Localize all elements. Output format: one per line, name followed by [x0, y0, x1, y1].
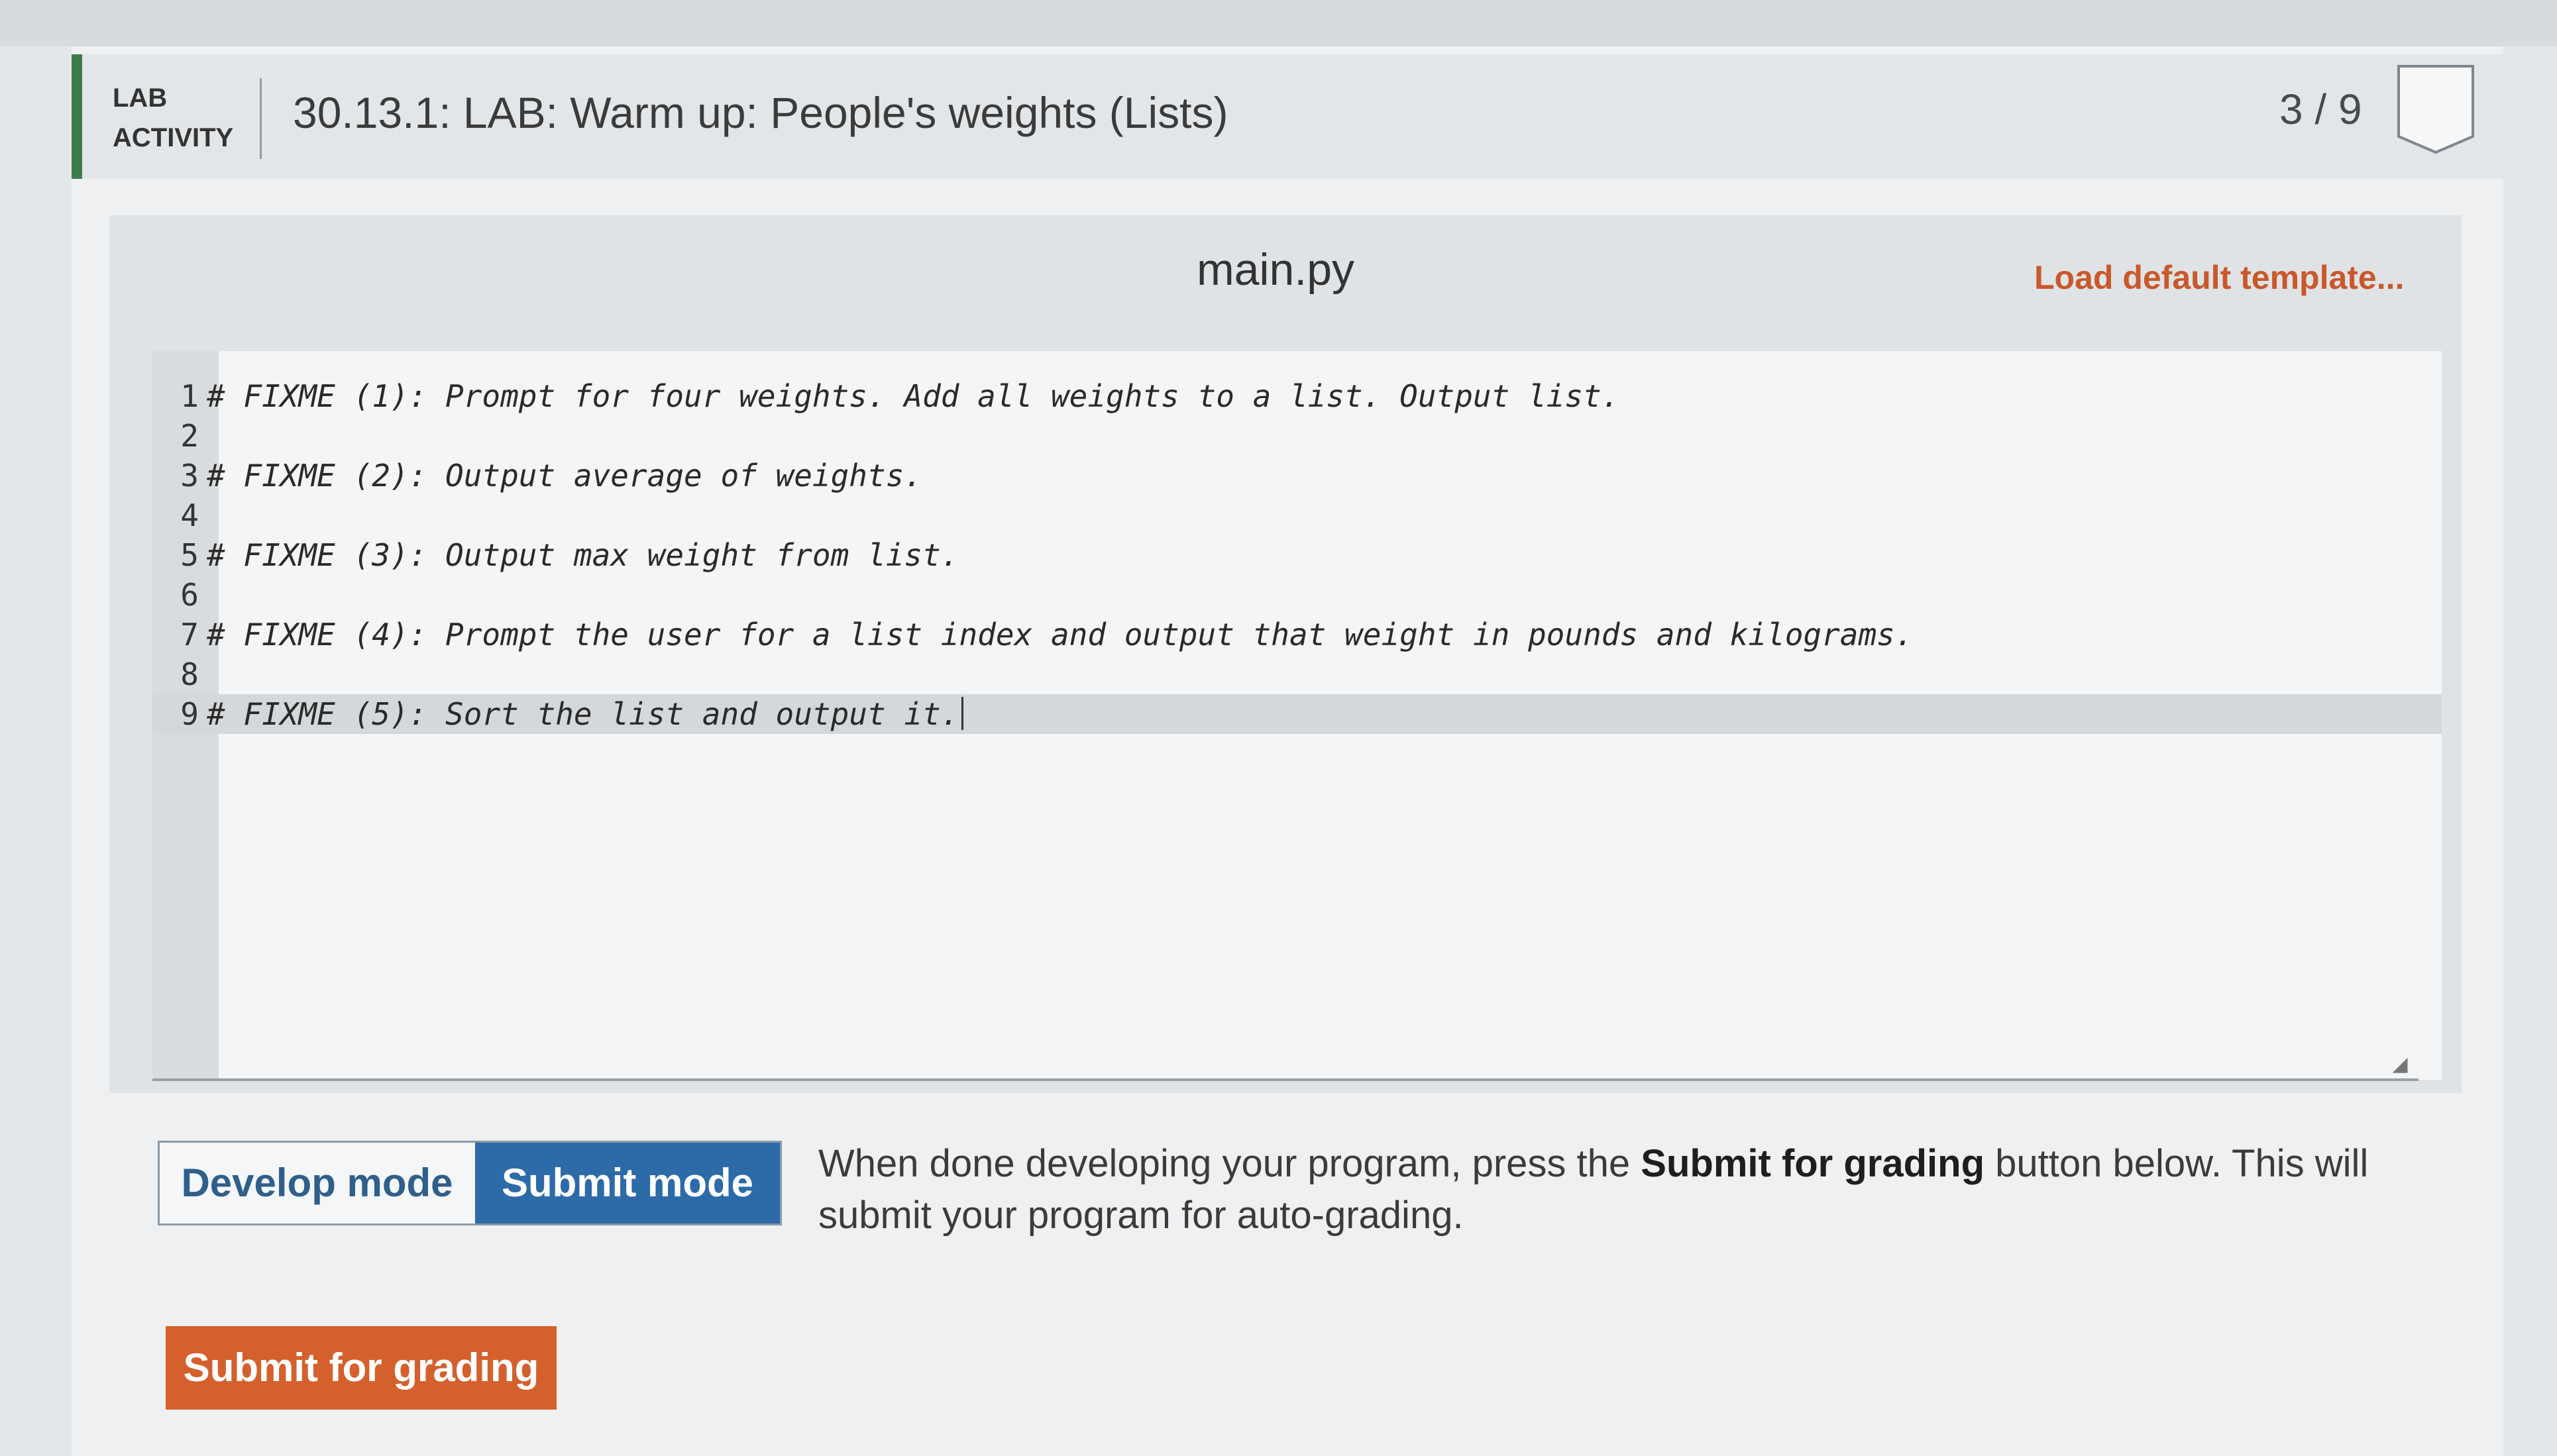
develop-mode-button[interactable]: Develop mode — [160, 1143, 474, 1223]
code-text: # FIXME (4): Prompt the user for a list … — [207, 617, 1914, 652]
code-line[interactable]: 4 — [152, 495, 2442, 535]
line-number: 1 — [180, 378, 199, 414]
mode-toggle: Develop mode Submit mode — [158, 1141, 782, 1225]
page-top-strip — [0, 0, 2557, 46]
mode-description-before: When done developing your program, press… — [818, 1142, 1641, 1185]
load-default-template-link[interactable]: Load default template... — [2034, 258, 2404, 297]
submit-for-grading-button[interactable]: Submit for grading — [166, 1326, 557, 1410]
code-line[interactable]: 5 # FIXME (3): Output max weight from li… — [152, 535, 2442, 575]
code-line[interactable]: 3 # FIXME (2): Output average of weights… — [152, 456, 2442, 495]
code-text: # FIXME (5): Sort the list and output it… — [207, 696, 959, 732]
mode-description: When done developing your program, press… — [818, 1138, 2369, 1241]
line-number: 4 — [180, 497, 199, 533]
code-text: # FIXME (1): Prompt for four weights. Ad… — [207, 378, 1620, 414]
code-line[interactable]: 1 # FIXME (1): Prompt for four weights. … — [152, 376, 2442, 416]
line-number: 7 — [180, 617, 199, 652]
code-line[interactable]: 6 — [152, 575, 2442, 615]
line-number: 5 — [180, 537, 199, 573]
submit-mode-button[interactable]: Submit mode — [475, 1143, 780, 1223]
lab-accent-bar — [72, 54, 82, 179]
line-number: 6 — [180, 577, 199, 613]
code-line[interactable]: 8 — [152, 654, 2442, 694]
code-line[interactable]: 2 — [152, 416, 2442, 456]
lab-tag-line1: LAB — [113, 83, 168, 113]
code-line[interactable]: 7 # FIXME (4): Prompt the user for a lis… — [152, 615, 2442, 654]
line-number: 8 — [180, 656, 199, 692]
line-number: 9 — [180, 696, 199, 732]
line-number: 3 — [180, 458, 199, 494]
code-text: # FIXME (3): Output max weight from list… — [207, 537, 959, 573]
line-number: 2 — [180, 418, 199, 454]
completion-badge-icon — [2397, 65, 2474, 154]
resize-handle-icon[interactable]: ◢ — [2389, 1053, 2411, 1076]
code-text: # FIXME (2): Output average of weights. — [207, 458, 923, 494]
code-text-with-cursor: # FIXME (5): Sort the list and output it… — [207, 694, 964, 734]
lab-activity-tag: LAB ACTIVITY — [113, 78, 265, 158]
lab-tag-line2: ACTIVITY — [113, 123, 234, 152]
file-name: main.py — [1196, 244, 1355, 295]
progress-counter: 3 / 9 — [2279, 85, 2362, 133]
text-cursor — [961, 697, 964, 730]
code-line-active[interactable]: 9 # FIXME (5): Sort the list and output … — [152, 694, 2442, 734]
editor-bottom-border — [152, 1078, 2419, 1081]
mode-description-bold: Submit for grading — [1641, 1142, 1985, 1185]
lab-title: 30.13.1: LAB: Warm up: People's weights … — [293, 88, 1228, 137]
header-divider — [260, 78, 262, 159]
